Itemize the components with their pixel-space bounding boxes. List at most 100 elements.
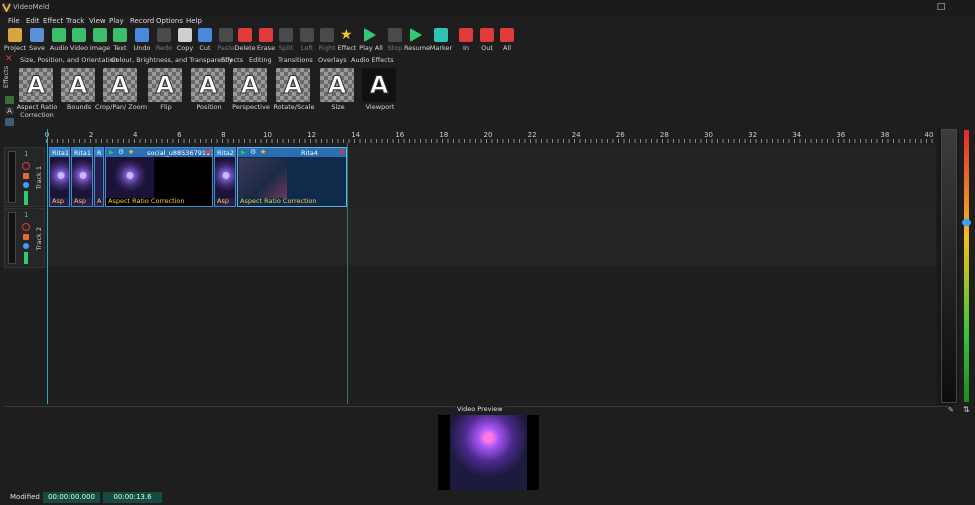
clip-effect-label: Asp <box>217 197 229 205</box>
clip-effect-star-icon[interactable]: ★ <box>260 148 266 156</box>
menu-record[interactable]: Record <box>130 17 154 25</box>
tab-colour[interactable]: Colour, Brightness, and Transparency <box>111 56 233 64</box>
clip-settings-icon[interactable]: ⚙ <box>118 148 124 156</box>
modified-status: Modified <box>10 493 40 501</box>
track-2-lane[interactable] <box>46 208 936 265</box>
effect-thumbnail: A <box>19 68 53 102</box>
visible-icon[interactable] <box>23 243 29 249</box>
effect-thumbnail: A <box>362 68 396 102</box>
star-icon: ★ <box>340 27 353 43</box>
track-2-name: Track 2 <box>35 227 43 251</box>
clip-thumbnail <box>239 158 287 198</box>
lock-icon[interactable] <box>23 234 29 240</box>
maximize-button[interactable]: □ <box>927 0 955 16</box>
effect-flip[interactable]: A Flip <box>143 66 189 124</box>
effect-position[interactable]: A Position <box>186 66 232 124</box>
ruler-tick-label: 32 <box>748 131 758 139</box>
clip-title: social_u8853679197 <box>147 149 213 157</box>
effect-glyph: A <box>26 71 46 100</box>
tab-transitions[interactable]: Transitions <box>278 56 313 64</box>
menu-file[interactable]: File <box>8 17 20 25</box>
clip-settings-icon[interactable]: ⚙ <box>250 148 256 156</box>
split-icon <box>279 28 293 42</box>
clip-rita1-a[interactable]: Rita1 Asp <box>49 147 70 207</box>
menu-options[interactable]: Options <box>156 17 183 25</box>
play-clip-icon[interactable]: ▶ <box>109 149 114 156</box>
track-2-header[interactable]: 1 Track 2 <box>4 208 45 268</box>
video-preview[interactable] <box>438 415 539 491</box>
clip-close-icon[interactable]: ✖ <box>339 148 345 156</box>
clip-effect-star-icon[interactable]: ★ <box>128 148 134 156</box>
effect-aspect-ratio-correction[interactable]: A Aspect Ratio Correction <box>14 66 60 124</box>
clip-title: Rita1 <box>52 149 69 157</box>
save-icon <box>30 28 44 42</box>
menu-edit[interactable]: Edit <box>26 17 40 25</box>
volume-slider-handle[interactable] <box>962 219 971 226</box>
effect-size[interactable]: A Size <box>315 66 361 124</box>
master-volume-panel <box>937 129 959 405</box>
effect-category-tabs: ✕ Size, Position, and Orientation Colour… <box>0 54 975 65</box>
tab-overlays[interactable]: Overlays <box>318 56 347 64</box>
redo-icon <box>157 28 171 42</box>
pin-icon[interactable]: ✎ <box>948 406 954 414</box>
ruler-tick-label: 40 <box>924 131 934 139</box>
effect-thumbnail: A <box>61 68 95 102</box>
ruler-tick-label: 22 <box>527 131 537 139</box>
video-add-icon <box>72 28 86 42</box>
menu-help[interactable]: Help <box>186 17 202 25</box>
tab-editing[interactable]: Editing <box>249 56 272 64</box>
effect-viewport[interactable]: A Viewport <box>357 66 403 124</box>
project-end-marker <box>347 143 348 404</box>
master-volume-slider[interactable] <box>964 130 969 402</box>
app-title: VideoMeld <box>13 3 50 11</box>
clip-r[interactable]: R A <box>94 147 104 207</box>
dock-icon[interactable]: ⇅ <box>963 405 970 414</box>
main-toolbar: Project Save Audio Video Image Text Undo Redo Co… <box>0 27 975 53</box>
play-clip-icon[interactable]: ▶ <box>241 149 246 156</box>
playhead[interactable] <box>47 129 48 404</box>
trim-right-icon <box>320 28 334 42</box>
effect-rotate-scale[interactable]: A Rotate/Scale <box>271 66 317 124</box>
clip-social[interactable]: ▶ ⚙ ★ social_u8853679197 ✖ Aspect Ratio … <box>105 147 213 207</box>
folder-icon <box>8 28 22 42</box>
menu-effect[interactable]: Effect <box>43 17 63 25</box>
status-bar: Modified 00:00:00.000 00:00:13.6 <box>0 490 975 505</box>
stop-icon <box>388 28 402 42</box>
timeline-ruler[interactable]: 0246810121416182022242628303234363840 <box>45 129 936 143</box>
effect-glyph: A <box>110 71 130 100</box>
marker-icon <box>434 28 448 42</box>
ruler-tick-label: 12 <box>307 131 317 139</box>
effect-label: Viewport <box>365 103 395 111</box>
clip-effect-label: Asp <box>52 197 64 205</box>
all-button[interactable]: All <box>496 27 518 53</box>
close-effects-icon[interactable]: ✕ <box>5 54 13 64</box>
tab-effects[interactable]: Effects <box>221 56 243 64</box>
effect-bounds[interactable]: A Bounds <box>56 66 102 124</box>
menu-play[interactable]: Play <box>109 17 124 25</box>
menu-track[interactable]: Track <box>66 17 84 25</box>
clip-rita1-b[interactable]: Rita1 Asp <box>71 147 93 207</box>
cut-icon <box>198 28 212 42</box>
zoom-in-icon <box>459 28 473 42</box>
ruler-tick-label: 34 <box>792 131 802 139</box>
effect-glyph: A <box>68 71 88 100</box>
tab-audio-effects[interactable]: Audio Effects <box>351 56 394 64</box>
play-icon <box>364 28 376 42</box>
clip-rita4[interactable]: ▶ ⚙ ★ Rita4 ✖ Aspect Ratio Correction <box>237 147 347 207</box>
menu-view[interactable]: View <box>89 17 106 25</box>
effect-glyph: A <box>369 71 389 100</box>
clip-rita2[interactable]: Rita2 Asp <box>214 147 236 207</box>
effect-crop-pan-zoom[interactable]: A Crop/Pan/ Zoom <box>95 66 147 124</box>
text-add-icon <box>113 28 127 42</box>
clip-title: Rita1 <box>74 149 91 157</box>
track-2-volume-icon[interactable] <box>24 252 28 264</box>
clip-title: Rita4 <box>301 149 318 157</box>
effect-thumbnail: A <box>276 68 310 102</box>
mute-icon[interactable] <box>22 223 30 231</box>
tab-size-position[interactable]: Size, Position, and Orientation <box>20 56 118 64</box>
effect-perspective[interactable]: A Perspective <box>228 66 274 124</box>
clip-close-icon[interactable]: ✖ <box>205 148 211 156</box>
ruler-tick-label: 20 <box>483 131 493 139</box>
timeline-area[interactable]: 1 Track 1 1 Track 2 Rita1 Asp Rita1 Asp … <box>0 143 936 405</box>
undo-icon <box>135 28 149 42</box>
